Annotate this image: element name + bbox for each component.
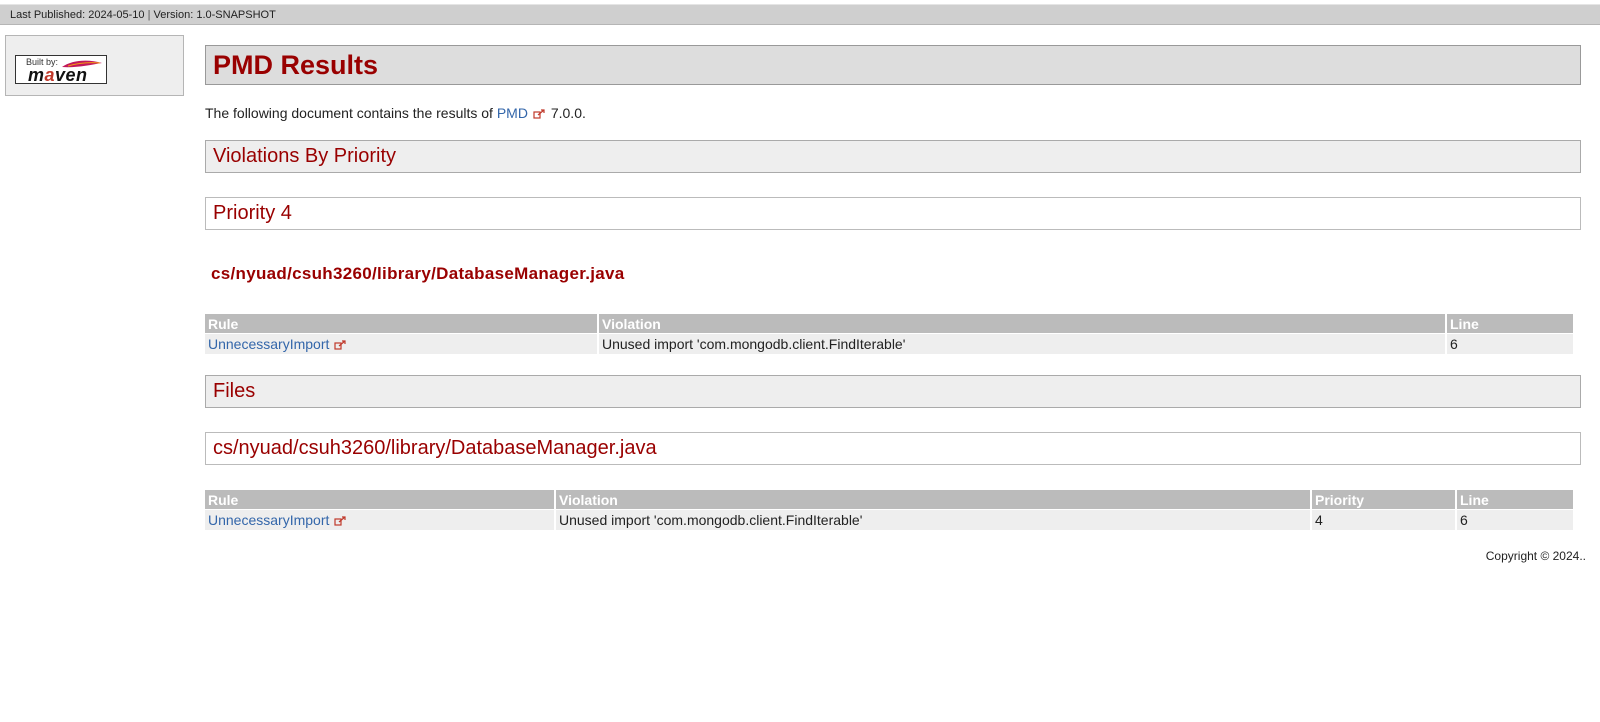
- last-published: Last Published: 2024-05-10: [10, 9, 145, 21]
- line-cell: 6: [1457, 510, 1573, 530]
- priority-4-heading: Priority 4: [205, 197, 1581, 230]
- version-label: Version: 1.0-SNAPSHOT: [153, 9, 276, 21]
- rule-cell: UnnecessaryImport: [205, 510, 554, 530]
- page-title: PMD Results: [205, 45, 1581, 85]
- line-cell: 6: [1447, 334, 1573, 354]
- column-header-violation: Violation: [556, 490, 1310, 509]
- intro-suffix: 7.0.0.: [550, 105, 586, 121]
- left-sidebar: Built by: maven: [5, 35, 184, 96]
- column-header-line: Line: [1457, 490, 1573, 509]
- external-link-icon: [334, 340, 346, 350]
- maven-logo-text: maven: [28, 65, 88, 85]
- rule-link[interactable]: UnnecessaryImport: [208, 336, 329, 352]
- priority-cell: 4: [1312, 510, 1455, 530]
- intro-prefix: The following document contains the resu…: [205, 105, 493, 121]
- column-header-rule: Rule: [205, 490, 554, 509]
- table-header-row: Rule Violation Priority Line: [205, 490, 1573, 509]
- rule-cell: UnnecessaryImport: [205, 334, 597, 354]
- column-header-line: Line: [1447, 314, 1573, 333]
- top-banner: Last Published: 2024-05-10 | Version: 1.…: [0, 4, 1600, 25]
- external-link-icon: [533, 109, 545, 119]
- violation-cell: Unused import 'com.mongodb.client.FindIt…: [599, 334, 1445, 354]
- external-link-icon: [334, 516, 346, 526]
- files-file-heading: cs/nyuad/csuh3260/library/DatabaseManage…: [205, 432, 1581, 465]
- rule-link[interactable]: UnnecessaryImport: [208, 512, 329, 528]
- column-header-priority: Priority: [1312, 490, 1455, 509]
- copyright-footer: Copyright © 2024..: [1485, 549, 1586, 563]
- table-row: UnnecessaryImport Unused import 'com.mon…: [205, 510, 1573, 530]
- table-header-row: Rule Violation Line: [205, 314, 1573, 333]
- banner-separator: |: [147, 9, 151, 21]
- pmd-link[interactable]: PMD: [497, 105, 528, 121]
- intro-paragraph: The following document contains the resu…: [205, 105, 586, 121]
- violation-cell: Unused import 'com.mongodb.client.FindIt…: [556, 510, 1310, 530]
- files-heading: Files: [205, 375, 1581, 408]
- priority-violations-table: Rule Violation Line UnnecessaryImport Un…: [203, 313, 1575, 355]
- built-by-maven-badge[interactable]: Built by: maven: [15, 55, 107, 85]
- column-header-rule: Rule: [205, 314, 597, 333]
- violations-by-priority-heading: Violations By Priority: [205, 140, 1581, 173]
- priority-file-heading: cs/nyuad/csuh3260/library/DatabaseManage…: [211, 264, 625, 283]
- files-violations-table: Rule Violation Priority Line Unnecessary…: [203, 489, 1575, 531]
- column-header-violation: Violation: [599, 314, 1445, 333]
- table-row: UnnecessaryImport Unused import 'com.mon…: [205, 334, 1573, 354]
